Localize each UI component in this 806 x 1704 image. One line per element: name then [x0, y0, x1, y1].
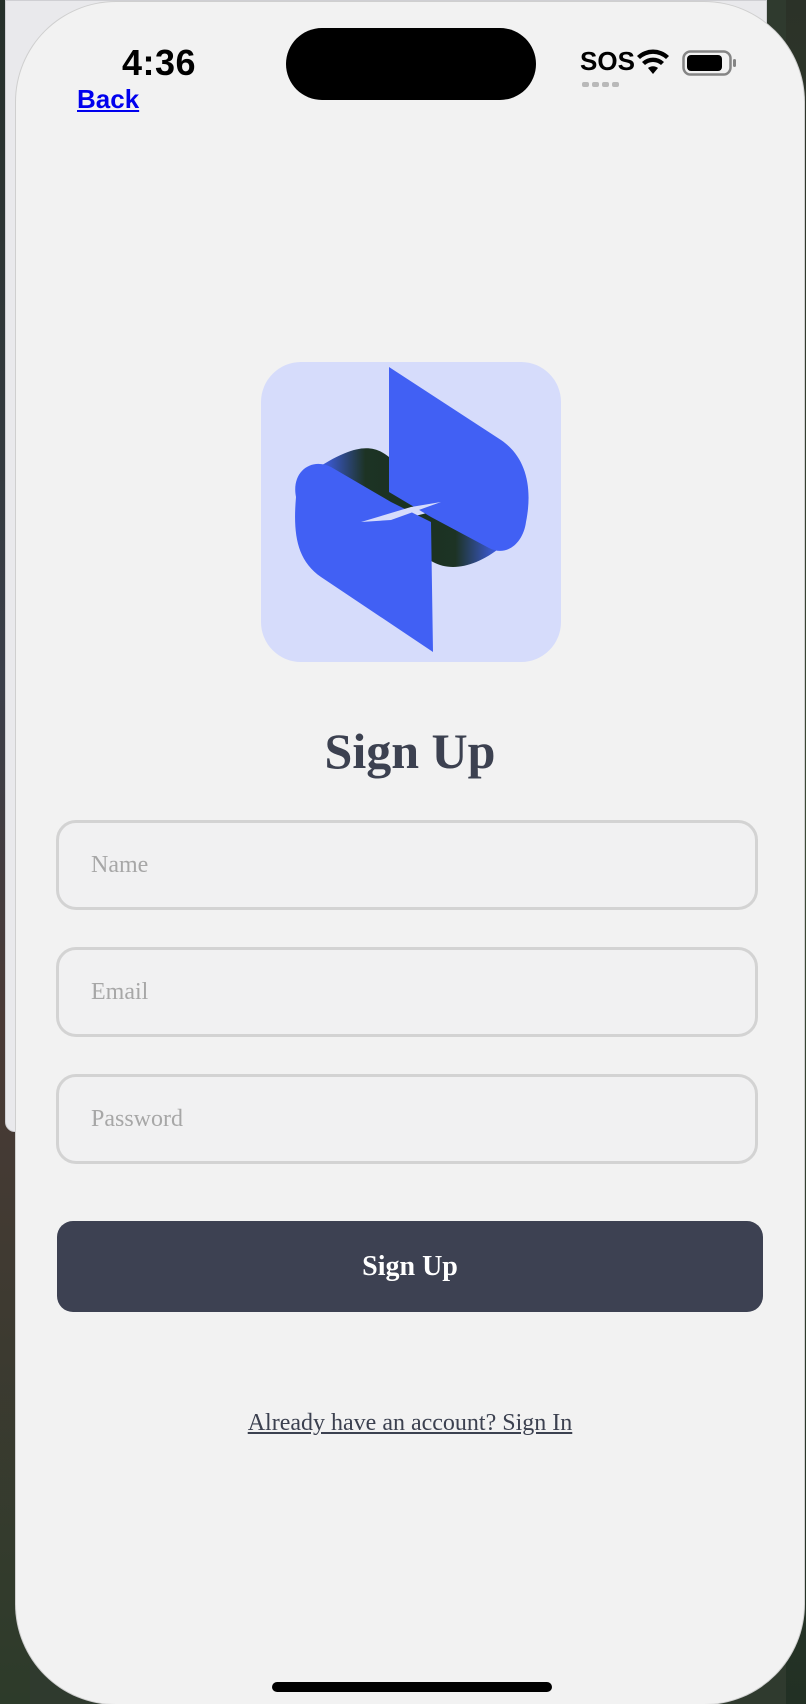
dynamic-island — [286, 28, 536, 100]
app-logo-icon — [295, 367, 529, 652]
email-field[interactable] — [56, 947, 758, 1037]
back-link[interactable]: Back — [77, 84, 139, 115]
sign-in-link[interactable]: Already have an account? Sign In — [16, 1410, 804, 1437]
sign-up-button[interactable]: Sign Up — [57, 1221, 763, 1312]
battery-icon — [682, 50, 736, 76]
signal-dots — [582, 74, 622, 87]
phone-screen: 4:36 SOS Back Sign Up Name Email Sign Up… — [16, 2, 804, 1704]
status-time: 4:36 — [122, 42, 197, 83]
password-field[interactable] — [56, 1074, 758, 1164]
status-carrier: SOS — [580, 46, 635, 76]
home-indicator[interactable] — [272, 1682, 552, 1692]
page-title: Sign Up — [324, 723, 496, 779]
app-logo — [261, 362, 561, 662]
name-field[interactable] — [56, 820, 758, 910]
wifi-icon — [637, 49, 669, 74]
